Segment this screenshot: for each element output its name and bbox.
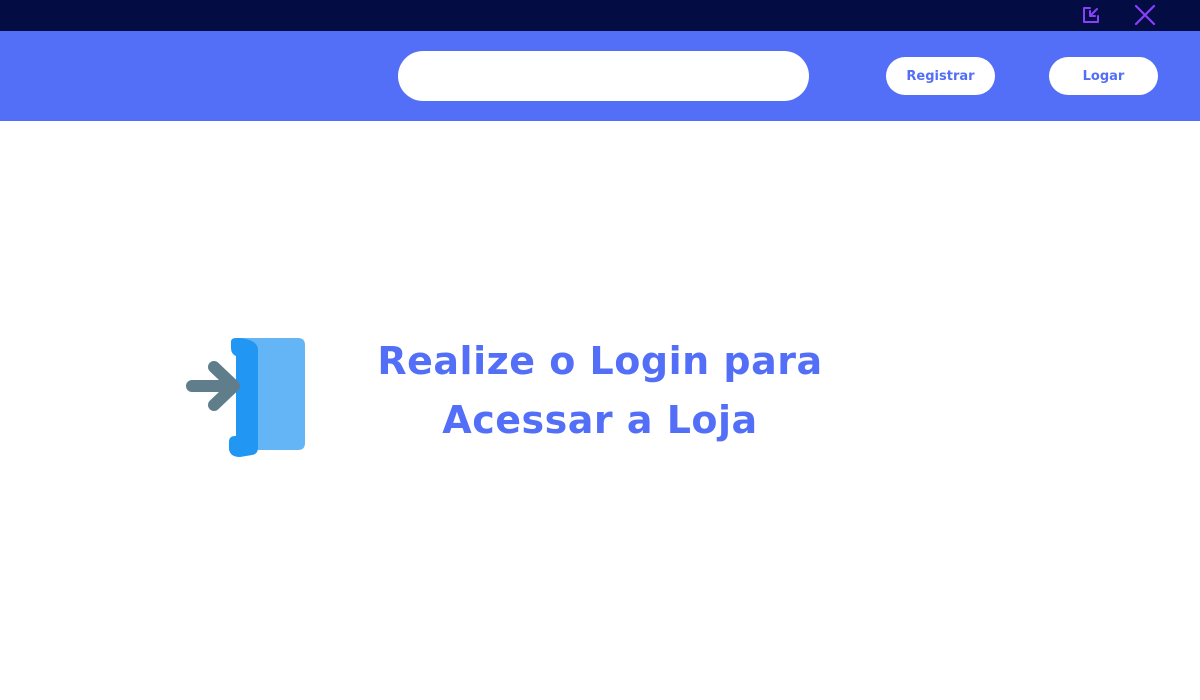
- search-input[interactable]: [398, 51, 809, 101]
- login-door-icon: [186, 336, 308, 458]
- title-bar: [0, 0, 1200, 31]
- close-icon[interactable]: [1131, 2, 1159, 28]
- login-button[interactable]: Logar: [1049, 57, 1158, 95]
- heading-line-2: Acessar a Loja: [442, 398, 758, 442]
- heading-line-1: Realize o Login para: [377, 339, 823, 383]
- minimize-icon[interactable]: [1077, 2, 1105, 28]
- register-button[interactable]: Registrar: [886, 57, 995, 95]
- top-navigation-bar: Registrar Logar: [0, 31, 1200, 121]
- login-prompt-heading: Realize o Login para Acessar a Loja: [360, 332, 840, 450]
